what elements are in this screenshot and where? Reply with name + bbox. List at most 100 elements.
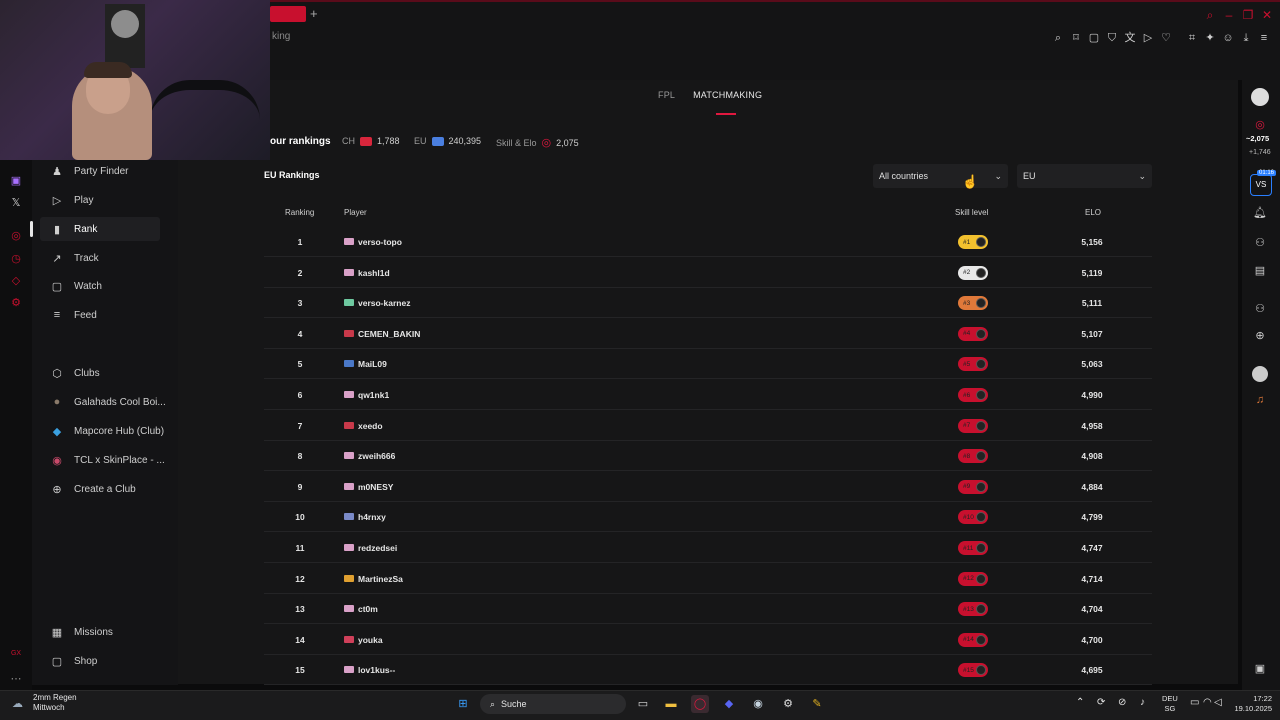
sidebar-item-club-tcl[interactable]: ◉ TCL x SkinPlace - ... — [40, 448, 176, 472]
party-icon[interactable]: ⚇ — [1253, 302, 1267, 316]
heart-icon[interactable]: ♡ — [1159, 31, 1173, 45]
table-row[interactable]: 12 MartinezSa #12 4,714 — [264, 564, 1152, 594]
minimize-icon[interactable]: – — [1222, 8, 1236, 22]
twitch-icon[interactable]: ▣ — [9, 174, 23, 188]
table-row[interactable]: 8 zweih666 #8 4,908 — [264, 441, 1152, 472]
microphone-icon[interactable]: ♪ — [1140, 697, 1145, 708]
table-row[interactable]: 6 qw1nk1 #6 4,990 — [264, 380, 1152, 410]
zoom-icon[interactable]: ⌕ — [1051, 31, 1065, 45]
faceit-icon[interactable]: ◎ — [9, 229, 23, 243]
player-name-link[interactable]: xeedo — [358, 421, 383, 431]
taskbar-search[interactable]: ⌕ Suche — [480, 694, 626, 714]
discord-icon[interactable]: ◇ — [9, 274, 23, 288]
sidebar-item-shop[interactable]: ▢ Shop — [40, 649, 176, 673]
translate-icon[interactable]: 文 — [1123, 31, 1137, 45]
chevron-up-icon[interactable]: ⌃ — [1076, 697, 1084, 708]
player-name-link[interactable]: h4rnxy — [358, 512, 386, 522]
table-row[interactable]: 10 h4rnxy #10 4,799 — [264, 502, 1152, 533]
clock[interactable]: 17:22 19.10.2025 — [1228, 694, 1272, 714]
network-off-icon[interactable]: ⊘ — [1118, 697, 1126, 708]
profile-icon[interactable]: ☺ — [1221, 31, 1235, 45]
player-name-link[interactable]: verso-topo — [358, 237, 402, 247]
menu-icon[interactable]: ≡ — [1257, 31, 1271, 45]
player-name-link[interactable]: redzedsei — [358, 543, 397, 553]
table-row[interactable]: 5 MaiL09 #5 5,063 — [264, 349, 1152, 380]
bell-icon[interactable]: 🔔︎ — [1253, 206, 1267, 220]
sidebar-item-play[interactable]: ▷ Play — [40, 188, 184, 212]
table-row[interactable]: 4 CEMEN_BAKIN #4 5,107 — [264, 319, 1152, 349]
table-row[interactable]: 7 xeedo #7 4,958 — [264, 411, 1152, 441]
sidebar-item-clubs[interactable]: ⬡ Clubs — [40, 361, 176, 385]
player-name-link[interactable]: m0NESY — [358, 482, 393, 492]
table-row[interactable]: 3 verso-karnez #3 5,111 — [264, 288, 1152, 319]
player-name-link[interactable]: ct0m — [358, 604, 378, 614]
sidebar-item-feed[interactable]: ≡ Feed — [40, 303, 184, 327]
play-icon[interactable]: ▷ — [1141, 31, 1155, 45]
table-row[interactable]: 11 redzedsei #11 4,747 — [264, 533, 1152, 563]
discord-icon[interactable]: ◆ — [720, 695, 738, 713]
collapse-icon[interactable]: ▣ — [1253, 662, 1267, 676]
language-indicator[interactable]: DEU SG — [1162, 694, 1178, 714]
sidebar-item-watch[interactable]: ▢ Watch — [40, 274, 184, 298]
sidebar-item-track[interactable]: ↗ Track — [40, 246, 184, 270]
table-row[interactable]: 1 verso-topo #1 5,156 — [264, 227, 1152, 257]
tab-matchmaking[interactable]: MATCHMAKING — [693, 90, 762, 100]
player-name-link[interactable]: MaiL09 — [358, 359, 387, 369]
history-icon[interactable]: ◷ — [9, 252, 23, 266]
settings-icon[interactable]: ⚙ — [9, 296, 23, 310]
browser-tab[interactable] — [270, 6, 306, 22]
friend-avatar[interactable] — [1252, 366, 1268, 382]
download-icon[interactable]: ⤓ — [1239, 31, 1253, 45]
table-row[interactable]: 13 ct0m #13 4,704 — [264, 594, 1152, 625]
puzzle-icon[interactable]: ✦ — [1203, 31, 1217, 45]
bookmark-icon[interactable]: ⌑ — [1069, 31, 1083, 45]
table-row[interactable]: 15 lov1kus-- #15 4,695 — [264, 655, 1152, 686]
display-icon[interactable]: ▭ — [1190, 697, 1199, 708]
wifi-icon[interactable]: ◠ — [1203, 697, 1212, 708]
chat-icon[interactable]: ▤ — [1253, 264, 1267, 278]
sidebar-item-rank[interactable]: ▮ Rank — [40, 217, 160, 241]
create-club-button[interactable]: ⊕ Create a Club — [40, 477, 176, 501]
extension-icon[interactable]: ⌗ — [1185, 31, 1199, 45]
player-name-link[interactable]: kashl1d — [358, 268, 390, 278]
sidebar-item-club-mapcore[interactable]: ◆ Mapcore Hub (Club) — [40, 419, 176, 443]
avatar[interactable] — [1251, 88, 1269, 106]
headset-icon[interactable]: ♫ — [1253, 394, 1267, 408]
x-icon[interactable]: 𝕏 — [9, 196, 23, 210]
player-name-link[interactable]: lov1kus-- — [358, 665, 395, 675]
maximize-icon[interactable]: ❐ — [1241, 8, 1255, 22]
sidebar-item-club-galahads[interactable]: ● Galahads Cool Boi... — [40, 390, 176, 414]
sidebar-item-missions[interactable]: ▦ Missions — [40, 620, 176, 644]
address-bar-text[interactable]: king — [272, 31, 290, 42]
table-row[interactable]: 2 kashl1d #2 5,119 — [264, 258, 1152, 288]
app-icon-2[interactable]: ✎ — [808, 695, 826, 713]
player-name-link[interactable]: youka — [358, 635, 383, 645]
weather-widget[interactable]: 2mm Regen Mittwoch — [33, 693, 77, 713]
volume-icon[interactable]: ◁ — [1214, 697, 1222, 708]
file-explorer-icon[interactable]: ▬ — [662, 695, 680, 713]
shield-icon[interactable]: ⛉ — [1105, 31, 1119, 45]
add-icon[interactable]: ⊕ — [1253, 329, 1267, 343]
task-view-icon[interactable]: ▭ — [634, 695, 652, 713]
tab-fpl[interactable]: FPL — [658, 90, 675, 100]
player-name-link[interactable]: CEMEN_BAKIN — [358, 329, 420, 339]
refresh-icon[interactable]: ⟳ — [1097, 697, 1105, 708]
player-name-link[interactable]: zweih666 — [358, 451, 395, 461]
region-select[interactable]: EU ⌄ — [1017, 164, 1152, 188]
opera-gx-icon[interactable]: ◯ — [691, 695, 709, 713]
more-icon[interactable]: ⋯ — [9, 672, 23, 686]
search-icon[interactable]: ⌕ — [1203, 8, 1217, 22]
friends-icon[interactable]: ⚇ — [1253, 236, 1267, 250]
table-row[interactable]: 9 m0NESY #9 4,884 — [264, 472, 1152, 502]
player-name-link[interactable]: qw1nk1 — [358, 390, 389, 400]
player-name-link[interactable]: verso-karnez — [358, 298, 410, 308]
table-row[interactable]: 14 youka #14 4,700 — [264, 625, 1152, 655]
country-select[interactable]: All countries ⌄ — [873, 164, 1008, 188]
screenshot-icon[interactable]: ▢ — [1087, 31, 1101, 45]
player-name-link[interactable]: MartinezSa — [358, 574, 403, 584]
gx-icon[interactable]: GX — [9, 650, 23, 664]
close-icon[interactable]: ✕ — [1260, 8, 1274, 22]
sidebar-item-party-finder[interactable]: ♟ Party Finder — [40, 159, 184, 183]
app-icon[interactable]: ⚙ — [779, 695, 797, 713]
windows-start-icon[interactable]: ⊞ — [454, 695, 472, 713]
